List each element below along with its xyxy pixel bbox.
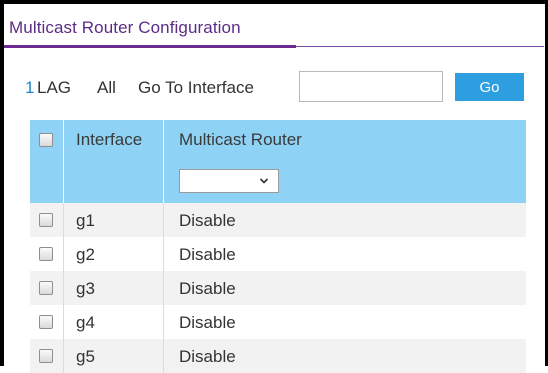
multicast-router-table: Interface Multicast Router g1 Disable g2… — [30, 120, 526, 373]
table-row[interactable]: g5 Disable — [30, 339, 526, 373]
table-row[interactable]: g2 Disable — [30, 237, 526, 271]
column-divider — [63, 271, 64, 305]
column-divider — [163, 203, 164, 237]
goto-interface-label: Go To Interface — [138, 78, 254, 97]
column-divider — [63, 203, 64, 237]
table-row[interactable]: g3 Disable — [30, 271, 526, 305]
multicast-router-cell: Disable — [179, 245, 236, 264]
panel-title: Multicast Router Configuration — [9, 18, 241, 37]
column-header-interface[interactable]: Interface — [76, 130, 142, 150]
multicast-router-cell: Disable — [179, 347, 236, 366]
table-header-row: Interface Multicast Router — [30, 120, 526, 160]
row-checkbox[interactable] — [39, 349, 53, 363]
interface-cell: g4 — [76, 313, 95, 332]
column-divider — [163, 339, 164, 373]
filter-link-1[interactable]: 1 — [25, 78, 34, 98]
table-filter-row — [30, 160, 526, 203]
column-divider — [63, 305, 64, 339]
column-divider — [163, 237, 164, 271]
goto-interface-input[interactable] — [299, 71, 443, 102]
filter-link-all[interactable]: All — [97, 78, 116, 98]
interface-toolbar: 1 LAG All Go To Interface Go — [25, 70, 535, 104]
column-divider — [63, 339, 64, 373]
multicast-router-select[interactable] — [179, 169, 279, 193]
panel-divider — [296, 46, 544, 47]
interface-cell: g2 — [76, 245, 95, 264]
multicast-router-cell: Disable — [179, 279, 236, 298]
column-header-multicast-router[interactable]: Multicast Router — [179, 130, 302, 150]
interface-cell: g5 — [76, 347, 95, 366]
column-divider — [163, 305, 164, 339]
table-row[interactable]: g4 Disable — [30, 305, 526, 339]
column-divider — [63, 237, 64, 271]
select-all-checkbox[interactable] — [39, 133, 53, 147]
go-button[interactable]: Go — [455, 73, 524, 101]
column-divider — [163, 160, 164, 203]
panel-frame: Multicast Router Configuration 1 LAG All… — [0, 0, 548, 373]
title-underline — [4, 45, 296, 48]
filter-link-lag[interactable]: LAG — [37, 78, 71, 98]
multicast-router-cell: Disable — [179, 313, 236, 332]
column-divider — [163, 120, 164, 160]
interface-cell: g1 — [76, 211, 95, 230]
column-divider — [63, 120, 64, 160]
multicast-router-cell: Disable — [179, 211, 236, 230]
row-checkbox[interactable] — [39, 281, 53, 295]
row-checkbox[interactable] — [39, 315, 53, 329]
column-divider — [163, 271, 164, 305]
table-row[interactable]: g1 Disable — [30, 203, 526, 237]
row-checkbox[interactable] — [39, 213, 53, 227]
row-checkbox[interactable] — [39, 247, 53, 261]
chevron-down-icon — [259, 173, 269, 189]
interface-cell: g3 — [76, 279, 95, 298]
column-divider — [63, 160, 64, 203]
